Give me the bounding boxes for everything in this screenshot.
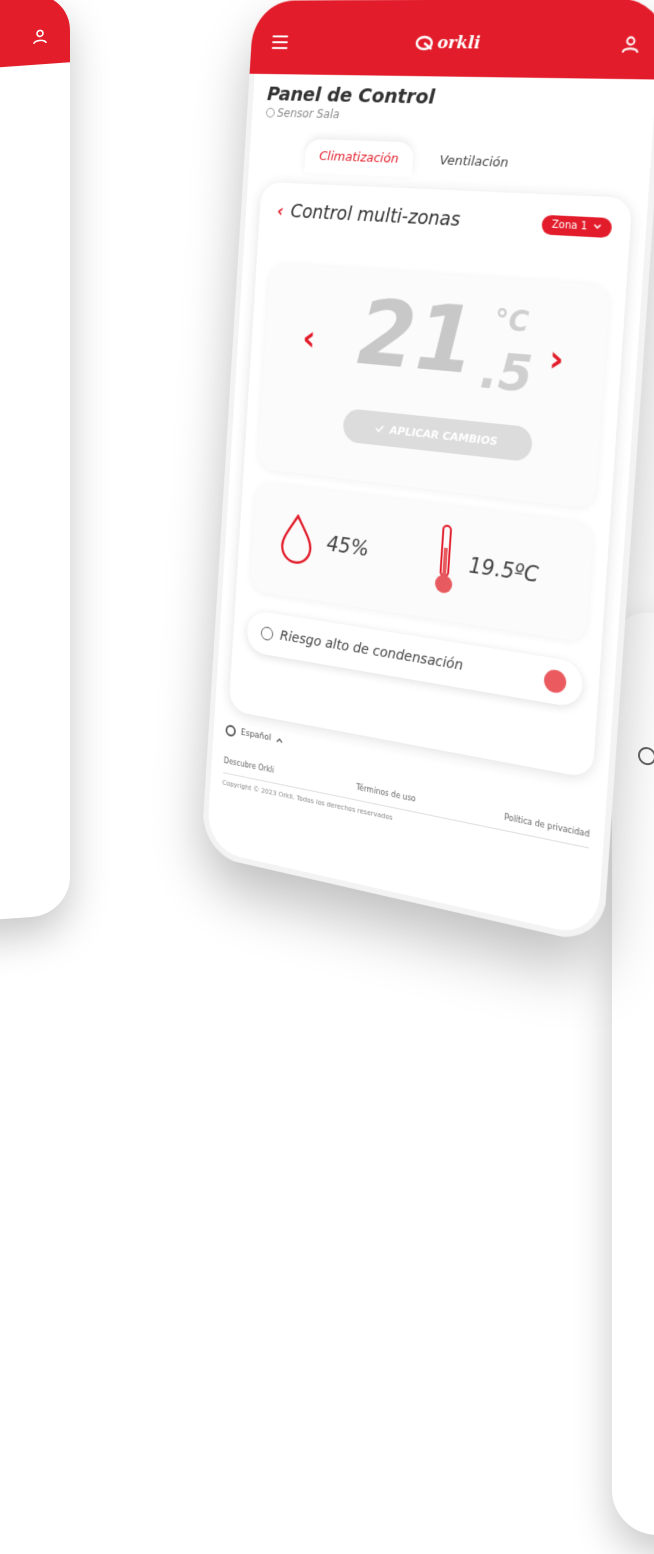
info-icon	[260, 625, 274, 642]
alert-status-dot[interactable]	[543, 668, 567, 695]
user-icon[interactable]	[32, 28, 48, 45]
temp-setpoint-decimal: .5	[477, 340, 535, 405]
top-bar: orkli	[249, 0, 654, 80]
logo-mark-icon	[414, 35, 434, 51]
language-label: Español	[240, 727, 272, 744]
temp-setpoint-integer: 21	[355, 281, 479, 396]
humidity-drop-icon	[278, 512, 316, 567]
thermometer-icon	[434, 522, 460, 595]
alert-text: Riesgo alto de condensación	[279, 628, 464, 675]
left-phone-partial	[0, 0, 70, 930]
decrease-temp-button[interactable]: ‹	[301, 318, 317, 359]
main-phone: orkli Panel de Control Sensor Sala Clima…	[200, 0, 654, 946]
zone-title: ‹ Control multi-zonas	[277, 200, 461, 231]
ambient-temperature-value: 19.5ºC	[468, 553, 540, 588]
menu-icon[interactable]	[271, 35, 289, 50]
humidity-value: 45%	[325, 531, 370, 562]
footer-link-descubre[interactable]: Descubre Orkli	[223, 756, 274, 775]
clock-icon	[265, 107, 275, 118]
user-icon[interactable]	[621, 35, 641, 54]
zone-header: ‹ Control multi-zonas Zona 1	[277, 200, 613, 239]
zone-select[interactable]: Zona 1	[541, 214, 613, 238]
chevron-up-icon	[276, 737, 283, 744]
tab-ventilacion[interactable]: Ventilación	[423, 143, 525, 182]
sensor-label: Sensor Sala	[265, 106, 434, 124]
footer-link-terminos[interactable]: Términos de uso	[356, 783, 416, 804]
footer-link-privacidad[interactable]: Política de privacidad	[504, 813, 590, 839]
zone-title-text: Control multi-zonas	[289, 200, 461, 232]
page-title: Panel de Control	[266, 81, 436, 109]
logo-text: orkli	[436, 33, 482, 54]
right-phone-partial	[612, 608, 654, 1554]
tab-climatizacion[interactable]: Climatización	[304, 138, 415, 178]
globe-icon	[225, 724, 237, 738]
chevron-down-icon	[593, 224, 602, 231]
title-area: Panel de Control Sensor Sala	[265, 81, 436, 124]
temperature-panel: ‹ 21 °C .5 › APLICAR CAMBIOS	[257, 263, 610, 510]
phone-screen: orkli Panel de Control Sensor Sala Clima…	[200, 0, 654, 946]
apply-changes-label: APLICAR CAMBIOS	[389, 423, 498, 448]
tab-bar: Climatización Ventilación	[304, 138, 525, 182]
zone-select-value: Zona 1	[551, 218, 588, 233]
temp-unit: °C	[493, 302, 531, 340]
control-card: ‹ Control multi-zonas Zona 1 ‹ 21 °C .5 …	[228, 181, 633, 779]
apply-changes-button[interactable]: APLICAR CAMBIOS	[342, 408, 534, 463]
chevron-left-icon[interactable]: ‹	[277, 200, 285, 221]
brand-logo: orkli	[414, 33, 481, 54]
sensor-name: Sensor Sala	[276, 106, 340, 122]
left-phone-frame	[0, 0, 70, 930]
check-icon	[375, 424, 385, 433]
increase-temp-button[interactable]: ›	[548, 338, 566, 382]
